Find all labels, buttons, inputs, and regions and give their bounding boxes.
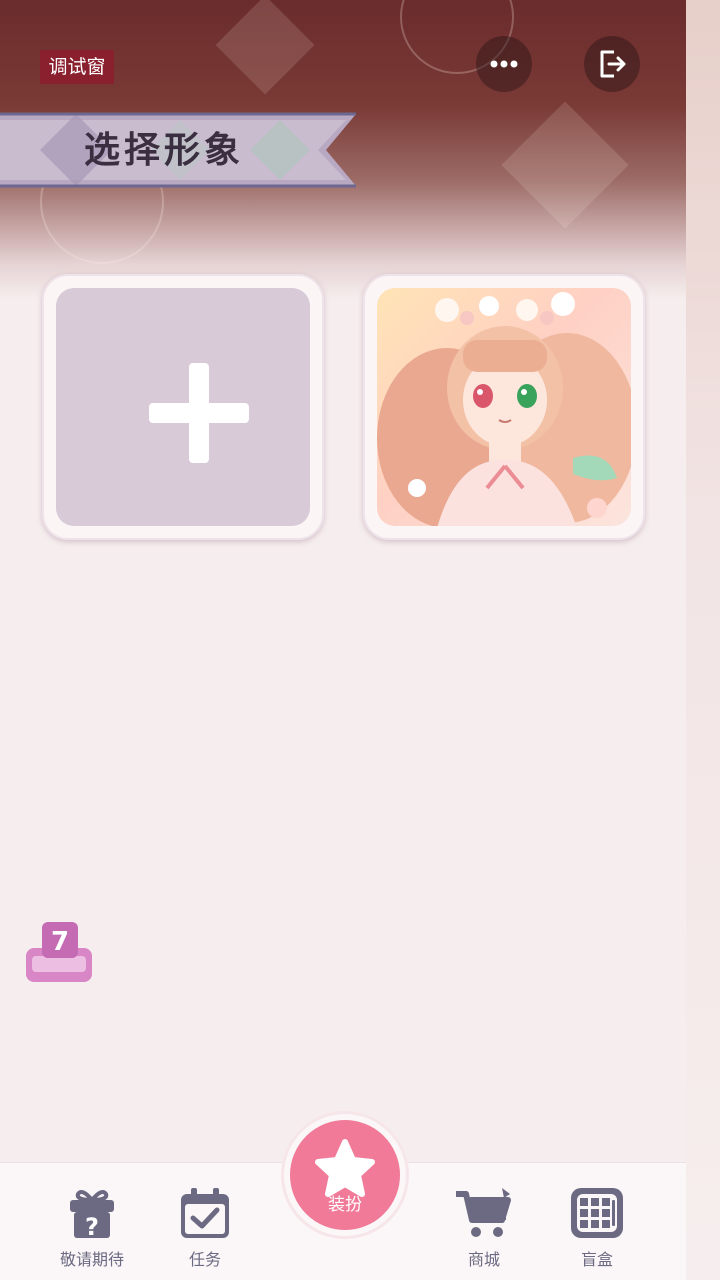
exit-button[interactable] [584,36,640,92]
add-avatar-slot [56,288,310,526]
plus-icon [189,363,209,463]
gift-question-icon: ? [70,1190,114,1241]
nav-label: 任务 [188,1250,221,1269]
cart-icon [456,1188,511,1237]
nav-item-blind-box[interactable]: 盲盒 [547,1186,647,1270]
exit-icon [600,50,626,78]
svg-text:?: ? [85,1213,99,1240]
side-badge-count: 7 [51,927,69,957]
anime-girl-avatar [377,288,631,526]
more-button[interactable] [476,36,532,92]
page-title: 选择形象 [84,130,245,171]
avatar-card[interactable] [363,274,645,540]
nav-label: 商城 [467,1250,500,1269]
nav-item-coming-soon[interactable]: ? 敬请期待 [42,1186,142,1270]
background-window [215,0,315,95]
nav-item-tasks[interactable]: 任务 [155,1186,255,1270]
more-dots-icon [490,60,518,68]
app-screen: 调试窗 选择形象 7 ? 敬请期待 任务 装扮 商城 盲盒 [0,0,720,1280]
debug-window-button[interactable]: 调试窗 [40,50,114,84]
add-avatar-card[interactable] [42,274,324,540]
nav-label: 装扮 [328,1195,362,1215]
nav-label: 盲盒 [580,1250,613,1269]
nav-label: 敬请期待 [59,1250,124,1269]
background-window [501,101,629,229]
calendar-badge-icon: 7 [26,922,92,982]
screen-edge [686,0,720,1280]
nav-item-dress-up[interactable]: 装扮 [284,1114,406,1236]
nav-item-shop[interactable]: 商城 [434,1186,534,1270]
box-grid-icon [571,1188,623,1238]
side-checkin-button[interactable]: 7 [22,916,98,988]
calendar-check-icon [181,1188,229,1238]
